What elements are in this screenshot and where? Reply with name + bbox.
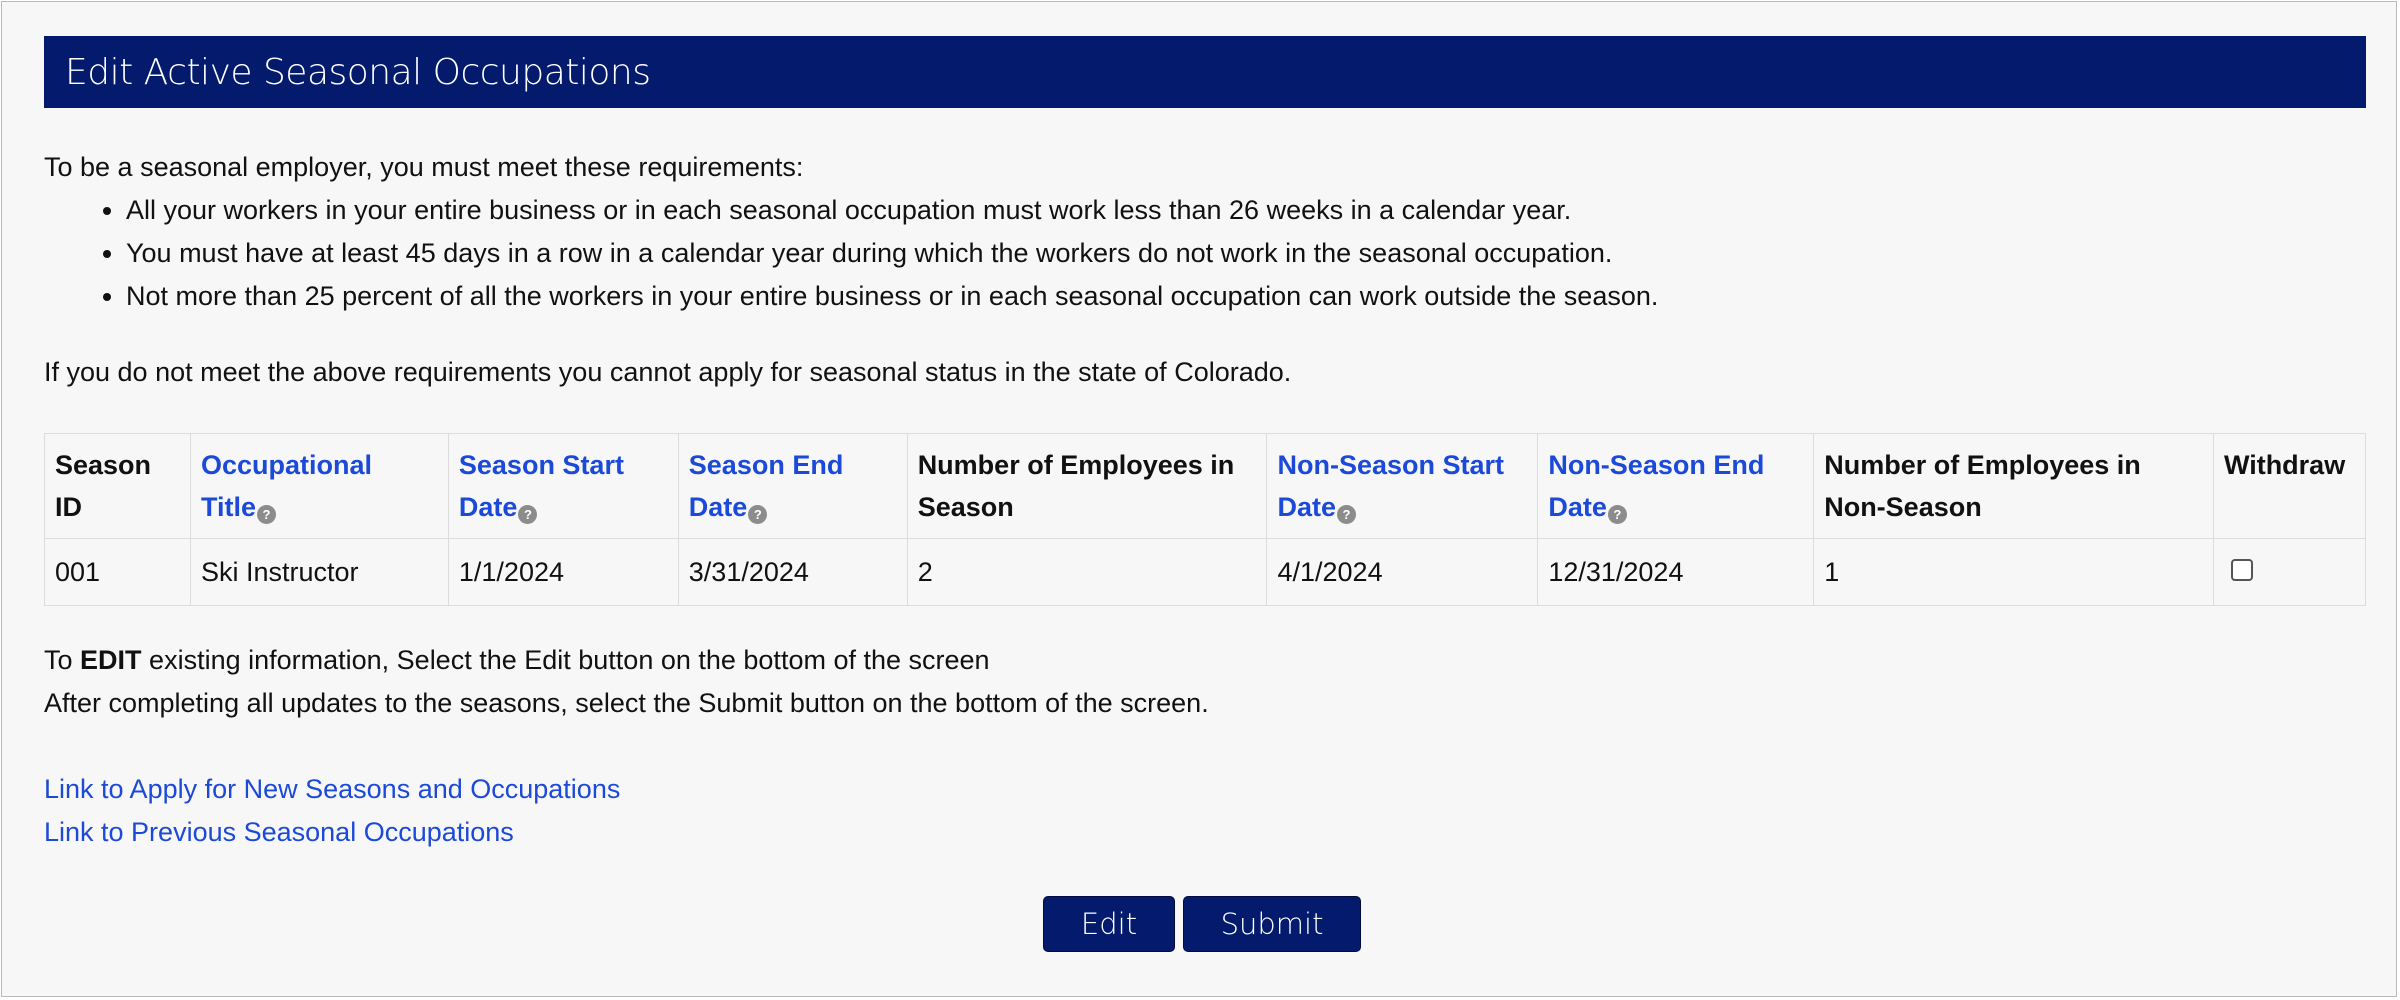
title-bar: Edit Active Seasonal Occupations (44, 36, 2366, 108)
column-header-label: Date (1548, 492, 1607, 522)
column-header-label: Withdraw (2223, 450, 2346, 480)
column-header-label: Non-Season (1824, 492, 1982, 522)
cell-season-id: 001 (44, 538, 191, 606)
requirement-item: You must have at least 45 days in a row … (126, 232, 2366, 275)
help-icon[interactable]: ? (518, 505, 538, 524)
column-header-label: Date (688, 492, 748, 522)
column-header-label: Season (55, 450, 152, 480)
help-icon[interactable]: ? (748, 505, 768, 524)
requirement-item: All your workers in your entire business… (126, 189, 2366, 232)
column-header-employees-non-season: Number of Employees in Non-Season (1813, 433, 2214, 539)
cell-season-start-date: 1/1/2024 (447, 538, 679, 606)
edit-instruction-suffix: existing information, Select the Edit bu… (141, 645, 990, 675)
cell-occupational-title: Ski Instructor (189, 538, 449, 606)
cell-withdraw (2212, 538, 2367, 606)
column-header-non-season-start-date[interactable]: Non-Season Start Date? (1266, 433, 1539, 539)
page-frame: Edit Active Seasonal Occupations To be a… (1, 1, 2397, 997)
column-header-non-season-end-date[interactable]: Non-Season End Date? (1537, 433, 1815, 539)
column-header-label: Season (917, 492, 1014, 522)
action-buttons: Edit Submit (2, 896, 2400, 952)
column-header-label: Date (458, 492, 518, 522)
table-row: 001 Ski Instructor 1/1/2024 3/31/2024 2 … (44, 538, 2367, 606)
withdraw-checkbox[interactable] (2230, 559, 2253, 581)
previous-seasonal-occupations-link[interactable]: Link to Previous Seasonal Occupations (44, 811, 2366, 854)
column-header-label: Title (200, 492, 256, 522)
table-header-row: Season ID Occupational Title? Season Sta… (44, 433, 2367, 539)
submit-instruction-line: After completing all updates to the seas… (44, 688, 1209, 718)
links-section: Link to Apply for New Seasons and Occupa… (44, 768, 2366, 854)
submit-button[interactable]: Submit (1183, 896, 1361, 952)
column-header-season-end-date[interactable]: Season End Date? (677, 433, 908, 539)
cell-employees-non-season: 1 (1813, 538, 2214, 606)
page-title: Edit Active Seasonal Occupations (65, 51, 651, 93)
column-header-label: ID (55, 492, 82, 522)
help-icon[interactable]: ? (1337, 505, 1357, 524)
cell-non-season-end-date: 12/31/2024 (1537, 538, 1815, 606)
main-content: Edit Active Seasonal Occupations To be a… (44, 36, 2367, 854)
cell-season-end-date: 3/31/2024 (677, 538, 908, 606)
edit-button[interactable]: Edit (1043, 896, 1175, 952)
apply-new-seasons-link[interactable]: Link to Apply for New Seasons and Occupa… (44, 768, 2366, 811)
column-header-label: Number of Employees in (1824, 450, 2141, 480)
edit-instructions: To EDIT existing information, Select the… (44, 639, 2366, 725)
requirement-item: Not more than 25 percent of all the work… (126, 275, 2366, 318)
seasons-table: Season ID Occupational Title? Season Sta… (44, 433, 2367, 606)
column-header-label: Season Start (458, 450, 624, 480)
cell-employees-season: 2 (906, 538, 1268, 606)
edit-instruction-line: To EDIT existing information, Select the… (44, 639, 2366, 682)
cell-non-season-start-date: 4/1/2024 (1266, 538, 1539, 606)
edit-instruction-prefix: To (44, 645, 81, 675)
column-header-employees-season: Number of Employees in Season (906, 433, 1268, 539)
requirements-notice: If you do not meet the above requirement… (44, 357, 1292, 387)
column-header-label: Number of Employees in (917, 450, 1235, 480)
column-header-label: Date (1277, 492, 1337, 522)
column-header-label: Non-Season Start (1277, 450, 1505, 480)
column-header-season-start-date[interactable]: Season Start Date? (447, 433, 679, 539)
column-header-label: Non-Season End (1548, 450, 1765, 480)
column-header-label: Season End (688, 450, 844, 480)
column-header-occupational-title[interactable]: Occupational Title? (189, 433, 449, 539)
edit-instruction-keyword: EDIT (80, 645, 142, 675)
column-header-label: Occupational (200, 450, 372, 480)
help-icon[interactable]: ? (256, 505, 276, 524)
column-header-withdraw: Withdraw (2212, 433, 2367, 539)
requirements-list: All your workers in your entire business… (44, 189, 2366, 318)
help-icon[interactable]: ? (1607, 505, 1627, 524)
column-header-season-id: Season ID (44, 433, 191, 539)
requirements-lead: To be a seasonal employer, you must meet… (44, 152, 804, 182)
